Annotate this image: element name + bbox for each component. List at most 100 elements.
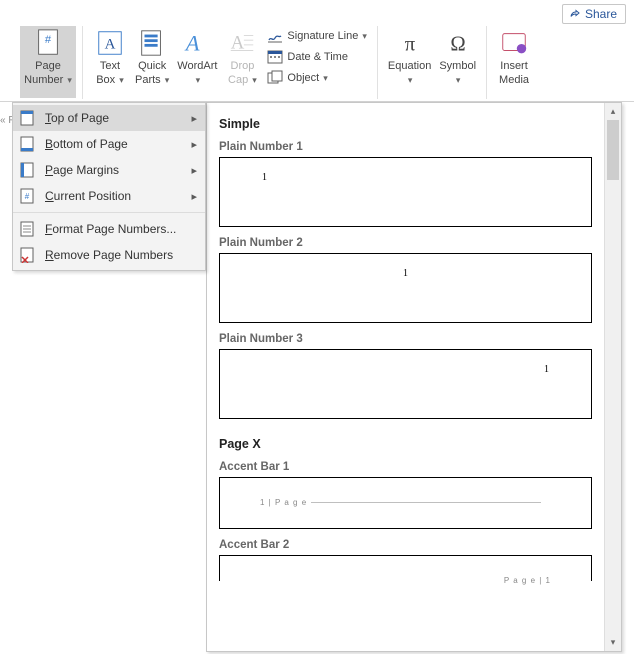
- current-position-icon: #: [19, 188, 35, 204]
- preview-number: 1: [544, 364, 549, 375]
- preview-plain-number-2[interactable]: 1: [219, 253, 592, 323]
- menu-margins-label: Page Margins: [45, 163, 185, 177]
- gallery-section-pagex: Page X: [219, 437, 592, 451]
- menu-current-label: Current Position: [45, 189, 185, 203]
- menu-bottom-of-page[interactable]: Bottom of Page ▸: [13, 131, 205, 157]
- preview-label-plain1: Plain Number 1: [219, 141, 592, 153]
- preview-number: 1: [403, 268, 408, 279]
- date-time-label: Date & Time: [287, 51, 348, 63]
- signature-line-icon: [267, 28, 283, 44]
- quick-parts-label-2: Parts: [135, 74, 161, 86]
- quick-parts-button[interactable]: Quick Parts ▾: [131, 26, 173, 98]
- gallery-scrollbar[interactable]: ▴ ▾: [604, 103, 621, 651]
- chevron-down-icon: ▾: [456, 75, 461, 85]
- menu-top-label: Top of Page: [45, 111, 185, 125]
- chevron-down-icon: ▾: [165, 75, 170, 85]
- ribbon: # Page Number ▾ A Text Box ▾ Quick Parts ▾ …: [0, 0, 634, 102]
- signature-line-label: Signature Line: [287, 30, 358, 42]
- preview-label-accent2: Accent Bar 2: [219, 539, 592, 551]
- share-icon: [569, 8, 581, 20]
- preview-number: 1: [262, 172, 267, 183]
- svg-text:π: π: [404, 34, 415, 56]
- text-box-button[interactable]: A TextBox ▾: [89, 26, 131, 98]
- share-label: Share: [585, 7, 617, 21]
- date-time-button[interactable]: Date & Time: [263, 47, 370, 67]
- chevron-down-icon: ▾: [67, 75, 72, 85]
- wordart-label: WordArt: [177, 60, 217, 72]
- menu-top-of-page[interactable]: Top of Page ▸: [13, 105, 205, 131]
- drop-cap-button: A Drop Cap ▾: [221, 26, 263, 98]
- chevron-down-icon: ▾: [196, 75, 201, 85]
- scroll-up-button[interactable]: ▴: [605, 103, 621, 120]
- text-box-label-2: Box: [96, 74, 115, 86]
- remove-page-numbers-icon: [19, 247, 35, 263]
- equation-button[interactable]: π Equation▾: [384, 26, 435, 98]
- format-page-numbers-icon: [19, 221, 35, 237]
- gallery-section-simple: Simple: [219, 117, 592, 131]
- page-number-icon: #: [33, 28, 63, 58]
- top-of-page-icon: [19, 110, 35, 126]
- preview-label-accent1: Accent Bar 1: [219, 461, 592, 473]
- svg-text:A: A: [105, 37, 116, 53]
- menu-page-margins[interactable]: Page Margins ▸: [13, 157, 205, 183]
- gallery-scroll-area[interactable]: Simple Plain Number 1 1 Plain Number 2 1…: [207, 103, 604, 651]
- equation-label: Equation: [388, 60, 431, 72]
- object-label: Object: [287, 72, 319, 84]
- ribbon-group-text: A Text Box ▾ Quick Parts ▾ A WordArt ▾ A Dr…: [83, 26, 378, 99]
- bottom-of-page-icon: [19, 136, 35, 152]
- menu-format-label: Format Page Numbers...: [45, 222, 197, 236]
- date-time-icon: [267, 49, 283, 65]
- preview-plain-number-1[interactable]: 1: [219, 157, 592, 227]
- preview-label-plain2: Plain Number 2: [219, 237, 592, 249]
- wordart-button[interactable]: A WordArt ▾: [173, 26, 221, 98]
- quick-parts-label-1: Quick: [138, 60, 166, 72]
- insert-media-button[interactable]: Insert Media: [493, 26, 535, 98]
- submenu-arrow-icon: ▸: [191, 112, 197, 125]
- submenu-arrow-icon: ▸: [191, 164, 197, 177]
- symbol-button[interactable]: Ω Symbol ▾: [435, 26, 480, 98]
- preview-accent-text: 1 | P a g e: [260, 498, 541, 507]
- insert-media-icon: [499, 28, 529, 58]
- chevron-down-icon: ▾: [252, 75, 257, 85]
- object-icon: [267, 70, 283, 86]
- share-button[interactable]: Share: [562, 4, 626, 24]
- submenu-arrow-icon: ▸: [191, 190, 197, 203]
- preview-accent-text: P a g e | 1: [504, 576, 551, 585]
- svg-text:A: A: [184, 31, 200, 56]
- menu-remove-label: Remove Page Numbers: [45, 248, 197, 262]
- svg-text:Ω: Ω: [450, 34, 465, 56]
- chevron-down-icon: ▾: [323, 73, 328, 84]
- ribbon-group-media: Insert Media: [487, 26, 541, 99]
- object-button[interactable]: Object ▾: [263, 68, 370, 88]
- preview-plain-number-3[interactable]: 1: [219, 349, 592, 419]
- svg-text:#: #: [45, 34, 52, 46]
- menu-format-page-numbers[interactable]: Format Page Numbers...: [13, 216, 205, 242]
- page-number-button[interactable]: # Page Number ▾: [20, 26, 76, 98]
- text-small-stack: Signature Line ▾ Date & Time Object ▾: [263, 26, 370, 88]
- menu-separator: [13, 212, 205, 213]
- page-number-menu: Top of Page ▸ Bottom of Page ▸ Page Marg…: [12, 102, 206, 271]
- scroll-down-button[interactable]: ▾: [605, 634, 621, 651]
- page-number-label-2: Number: [24, 74, 63, 86]
- menu-current-position[interactable]: # Current Position ▸: [13, 183, 205, 209]
- scroll-thumb[interactable]: [607, 120, 619, 180]
- page-number-gallery: Simple Plain Number 1 1 Plain Number 2 1…: [206, 102, 622, 652]
- quick-parts-icon: [137, 28, 167, 58]
- page-number-label-1: Page: [35, 60, 61, 72]
- insert-media-label-1: Insert: [500, 60, 528, 72]
- drop-cap-icon: A: [227, 28, 257, 58]
- symbol-label: Symbol: [439, 60, 476, 72]
- drop-cap-label-1: Drop: [231, 60, 255, 72]
- chevron-down-icon: ▾: [362, 31, 367, 42]
- preview-accent-bar-1[interactable]: 1 | P a g e: [219, 477, 592, 529]
- page-margins-icon: [19, 162, 35, 178]
- preview-accent-bar-2[interactable]: P a g e | 1: [219, 555, 592, 581]
- submenu-arrow-icon: ▸: [191, 138, 197, 151]
- drop-cap-label-2: Cap: [228, 74, 248, 86]
- menu-remove-page-numbers[interactable]: Remove Page Numbers: [13, 242, 205, 268]
- signature-line-button[interactable]: Signature Line ▾: [263, 26, 370, 46]
- preview-label-plain3: Plain Number 3: [219, 333, 592, 345]
- ribbon-group-header-footer: # Page Number ▾: [14, 26, 83, 99]
- text-box-label-1: Text: [100, 60, 120, 72]
- insert-media-label-2: Media: [499, 74, 529, 86]
